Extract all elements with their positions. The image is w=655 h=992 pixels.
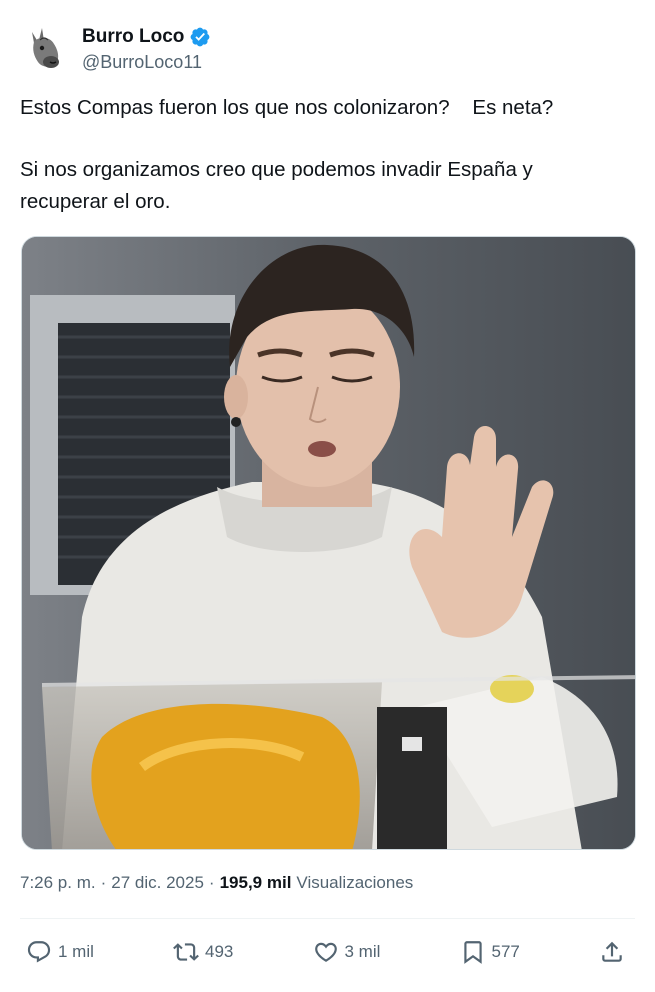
share-icon (599, 939, 625, 965)
tweet-meta: 7:26 p. m. · 27 dic. 2025 · 195,9 mil Vi… (20, 873, 413, 893)
video-frame (22, 237, 635, 849)
verified-badge-icon (189, 26, 211, 48)
divider (20, 918, 635, 919)
repost-icon (173, 939, 199, 965)
reply-button[interactable]: 1 mil (26, 939, 94, 965)
action-bar: 1 mil 493 3 mil 577 (20, 928, 635, 976)
tweet-date[interactable]: 27 dic. 2025 (111, 873, 204, 893)
tweet-line: Si nos organizamos creo que podemos inva… (20, 158, 533, 181)
bookmark-count: 577 (491, 942, 520, 961)
reply-icon (26, 939, 52, 965)
like-button[interactable]: 3 mil (313, 939, 381, 965)
donkey-avatar-icon (21, 23, 71, 73)
tweet-line: recuperar el oro. (20, 190, 171, 213)
tweet-header: Burro Loco @BurroLoco11 (20, 20, 211, 76)
heart-icon (313, 939, 339, 965)
share-button[interactable] (599, 939, 625, 965)
views-count[interactable]: 195,9 mil (220, 873, 292, 893)
author-avatar[interactable] (20, 22, 72, 74)
author-handle[interactable]: @BurroLoco11 (82, 52, 211, 73)
reply-count: 1 mil (58, 942, 94, 961)
author-display-name[interactable]: Burro Loco (82, 26, 184, 48)
repost-button[interactable]: 493 (173, 939, 233, 965)
meta-separator: · (100, 873, 107, 892)
tweet-text: Estos Compas fueron los que nos coloniza… (20, 92, 635, 218)
tweet-video[interactable] (21, 236, 636, 850)
meta-separator: · (208, 873, 215, 892)
like-count: 3 mil (344, 942, 381, 961)
tweet-time[interactable]: 7:26 p. m. (20, 873, 96, 893)
bookmark-icon (460, 939, 486, 965)
tweet-line: Estos Compas fueron los que nos coloniza… (20, 96, 554, 119)
bookmark-button[interactable]: 577 (460, 939, 520, 965)
views-label: Visualizaciones (296, 873, 414, 892)
repost-count: 493 (205, 942, 234, 961)
